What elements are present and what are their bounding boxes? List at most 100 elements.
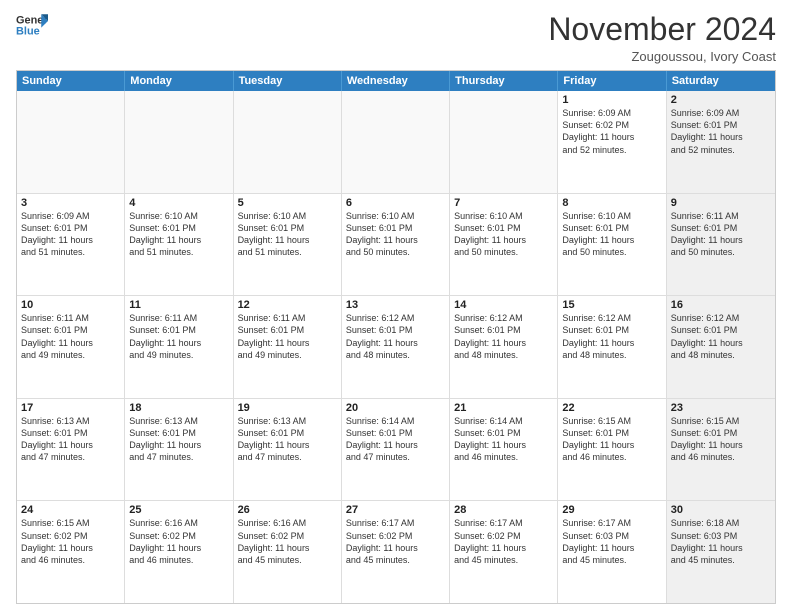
day-number: 2 (671, 94, 771, 106)
day-number: 11 (129, 299, 228, 311)
day-number: 5 (238, 197, 337, 209)
day-info: Sunrise: 6:09 AM Sunset: 6:02 PM Dayligh… (562, 107, 661, 156)
calendar-cell: 26Sunrise: 6:16 AM Sunset: 6:02 PM Dayli… (234, 501, 342, 603)
weekday-header: Monday (125, 71, 233, 91)
day-number: 4 (129, 197, 228, 209)
day-number: 21 (454, 402, 553, 414)
weekday-header: Sunday (17, 71, 125, 91)
calendar-cell: 23Sunrise: 6:15 AM Sunset: 6:01 PM Dayli… (667, 399, 775, 501)
day-info: Sunrise: 6:16 AM Sunset: 6:02 PM Dayligh… (129, 517, 228, 566)
day-info: Sunrise: 6:11 AM Sunset: 6:01 PM Dayligh… (21, 312, 120, 361)
calendar-cell: 22Sunrise: 6:15 AM Sunset: 6:01 PM Dayli… (558, 399, 666, 501)
day-info: Sunrise: 6:18 AM Sunset: 6:03 PM Dayligh… (671, 517, 771, 566)
calendar-row: 3Sunrise: 6:09 AM Sunset: 6:01 PM Daylig… (17, 193, 775, 296)
location: Zougoussou, Ivory Coast (548, 49, 776, 64)
day-number: 6 (346, 197, 445, 209)
calendar-cell (234, 91, 342, 193)
calendar-cell: 12Sunrise: 6:11 AM Sunset: 6:01 PM Dayli… (234, 296, 342, 398)
day-info: Sunrise: 6:15 AM Sunset: 6:01 PM Dayligh… (671, 415, 771, 464)
day-info: Sunrise: 6:12 AM Sunset: 6:01 PM Dayligh… (562, 312, 661, 361)
calendar-cell: 24Sunrise: 6:15 AM Sunset: 6:02 PM Dayli… (17, 501, 125, 603)
calendar: SundayMondayTuesdayWednesdayThursdayFrid… (16, 70, 776, 604)
day-info: Sunrise: 6:11 AM Sunset: 6:01 PM Dayligh… (129, 312, 228, 361)
day-number: 22 (562, 402, 661, 414)
day-number: 10 (21, 299, 120, 311)
day-number: 19 (238, 402, 337, 414)
day-info: Sunrise: 6:10 AM Sunset: 6:01 PM Dayligh… (346, 210, 445, 259)
day-info: Sunrise: 6:10 AM Sunset: 6:01 PM Dayligh… (129, 210, 228, 259)
weekday-header: Thursday (450, 71, 558, 91)
title-block: November 2024 Zougoussou, Ivory Coast (548, 12, 776, 64)
weekday-header: Wednesday (342, 71, 450, 91)
day-number: 29 (562, 504, 661, 516)
day-number: 16 (671, 299, 771, 311)
calendar-cell: 25Sunrise: 6:16 AM Sunset: 6:02 PM Dayli… (125, 501, 233, 603)
day-number: 17 (21, 402, 120, 414)
calendar-cell: 21Sunrise: 6:14 AM Sunset: 6:01 PM Dayli… (450, 399, 558, 501)
calendar-cell: 5Sunrise: 6:10 AM Sunset: 6:01 PM Daylig… (234, 194, 342, 296)
logo-icon: General Blue (16, 12, 48, 40)
day-info: Sunrise: 6:12 AM Sunset: 6:01 PM Dayligh… (671, 312, 771, 361)
calendar-cell: 19Sunrise: 6:13 AM Sunset: 6:01 PM Dayli… (234, 399, 342, 501)
calendar-cell: 4Sunrise: 6:10 AM Sunset: 6:01 PM Daylig… (125, 194, 233, 296)
day-number: 7 (454, 197, 553, 209)
day-number: 23 (671, 402, 771, 414)
calendar-cell: 27Sunrise: 6:17 AM Sunset: 6:02 PM Dayli… (342, 501, 450, 603)
calendar-row: 17Sunrise: 6:13 AM Sunset: 6:01 PM Dayli… (17, 398, 775, 501)
day-info: Sunrise: 6:13 AM Sunset: 6:01 PM Dayligh… (129, 415, 228, 464)
day-number: 20 (346, 402, 445, 414)
calendar-body: 1Sunrise: 6:09 AM Sunset: 6:02 PM Daylig… (17, 91, 775, 603)
day-info: Sunrise: 6:10 AM Sunset: 6:01 PM Dayligh… (238, 210, 337, 259)
day-number: 9 (671, 197, 771, 209)
day-number: 28 (454, 504, 553, 516)
calendar-cell: 30Sunrise: 6:18 AM Sunset: 6:03 PM Dayli… (667, 501, 775, 603)
day-info: Sunrise: 6:13 AM Sunset: 6:01 PM Dayligh… (238, 415, 337, 464)
page: General Blue November 2024 Zougoussou, I… (0, 0, 792, 612)
calendar-cell: 8Sunrise: 6:10 AM Sunset: 6:01 PM Daylig… (558, 194, 666, 296)
day-number: 15 (562, 299, 661, 311)
day-info: Sunrise: 6:13 AM Sunset: 6:01 PM Dayligh… (21, 415, 120, 464)
weekday-header: Tuesday (234, 71, 342, 91)
logo: General Blue (16, 12, 48, 40)
day-info: Sunrise: 6:15 AM Sunset: 6:01 PM Dayligh… (562, 415, 661, 464)
calendar-cell: 1Sunrise: 6:09 AM Sunset: 6:02 PM Daylig… (558, 91, 666, 193)
day-info: Sunrise: 6:17 AM Sunset: 6:02 PM Dayligh… (454, 517, 553, 566)
day-info: Sunrise: 6:17 AM Sunset: 6:03 PM Dayligh… (562, 517, 661, 566)
calendar-cell: 7Sunrise: 6:10 AM Sunset: 6:01 PM Daylig… (450, 194, 558, 296)
day-number: 3 (21, 197, 120, 209)
day-number: 1 (562, 94, 661, 106)
calendar-cell: 2Sunrise: 6:09 AM Sunset: 6:01 PM Daylig… (667, 91, 775, 193)
calendar-cell (125, 91, 233, 193)
svg-text:Blue: Blue (16, 25, 40, 37)
day-info: Sunrise: 6:11 AM Sunset: 6:01 PM Dayligh… (671, 210, 771, 259)
day-info: Sunrise: 6:12 AM Sunset: 6:01 PM Dayligh… (454, 312, 553, 361)
calendar-header: SundayMondayTuesdayWednesdayThursdayFrid… (17, 71, 775, 91)
day-info: Sunrise: 6:17 AM Sunset: 6:02 PM Dayligh… (346, 517, 445, 566)
day-info: Sunrise: 6:14 AM Sunset: 6:01 PM Dayligh… (346, 415, 445, 464)
day-number: 25 (129, 504, 228, 516)
day-info: Sunrise: 6:16 AM Sunset: 6:02 PM Dayligh… (238, 517, 337, 566)
day-number: 27 (346, 504, 445, 516)
day-number: 26 (238, 504, 337, 516)
calendar-cell: 11Sunrise: 6:11 AM Sunset: 6:01 PM Dayli… (125, 296, 233, 398)
calendar-cell: 29Sunrise: 6:17 AM Sunset: 6:03 PM Dayli… (558, 501, 666, 603)
calendar-cell (450, 91, 558, 193)
calendar-row: 1Sunrise: 6:09 AM Sunset: 6:02 PM Daylig… (17, 91, 775, 193)
day-info: Sunrise: 6:12 AM Sunset: 6:01 PM Dayligh… (346, 312, 445, 361)
calendar-cell: 3Sunrise: 6:09 AM Sunset: 6:01 PM Daylig… (17, 194, 125, 296)
day-number: 30 (671, 504, 771, 516)
month-title: November 2024 (548, 12, 776, 47)
day-info: Sunrise: 6:10 AM Sunset: 6:01 PM Dayligh… (562, 210, 661, 259)
calendar-cell: 28Sunrise: 6:17 AM Sunset: 6:02 PM Dayli… (450, 501, 558, 603)
day-info: Sunrise: 6:14 AM Sunset: 6:01 PM Dayligh… (454, 415, 553, 464)
day-info: Sunrise: 6:09 AM Sunset: 6:01 PM Dayligh… (21, 210, 120, 259)
calendar-row: 10Sunrise: 6:11 AM Sunset: 6:01 PM Dayli… (17, 295, 775, 398)
day-number: 18 (129, 402, 228, 414)
calendar-row: 24Sunrise: 6:15 AM Sunset: 6:02 PM Dayli… (17, 500, 775, 603)
day-info: Sunrise: 6:15 AM Sunset: 6:02 PM Dayligh… (21, 517, 120, 566)
calendar-cell: 14Sunrise: 6:12 AM Sunset: 6:01 PM Dayli… (450, 296, 558, 398)
day-number: 14 (454, 299, 553, 311)
calendar-cell (342, 91, 450, 193)
weekday-header: Saturday (667, 71, 775, 91)
calendar-cell: 13Sunrise: 6:12 AM Sunset: 6:01 PM Dayli… (342, 296, 450, 398)
